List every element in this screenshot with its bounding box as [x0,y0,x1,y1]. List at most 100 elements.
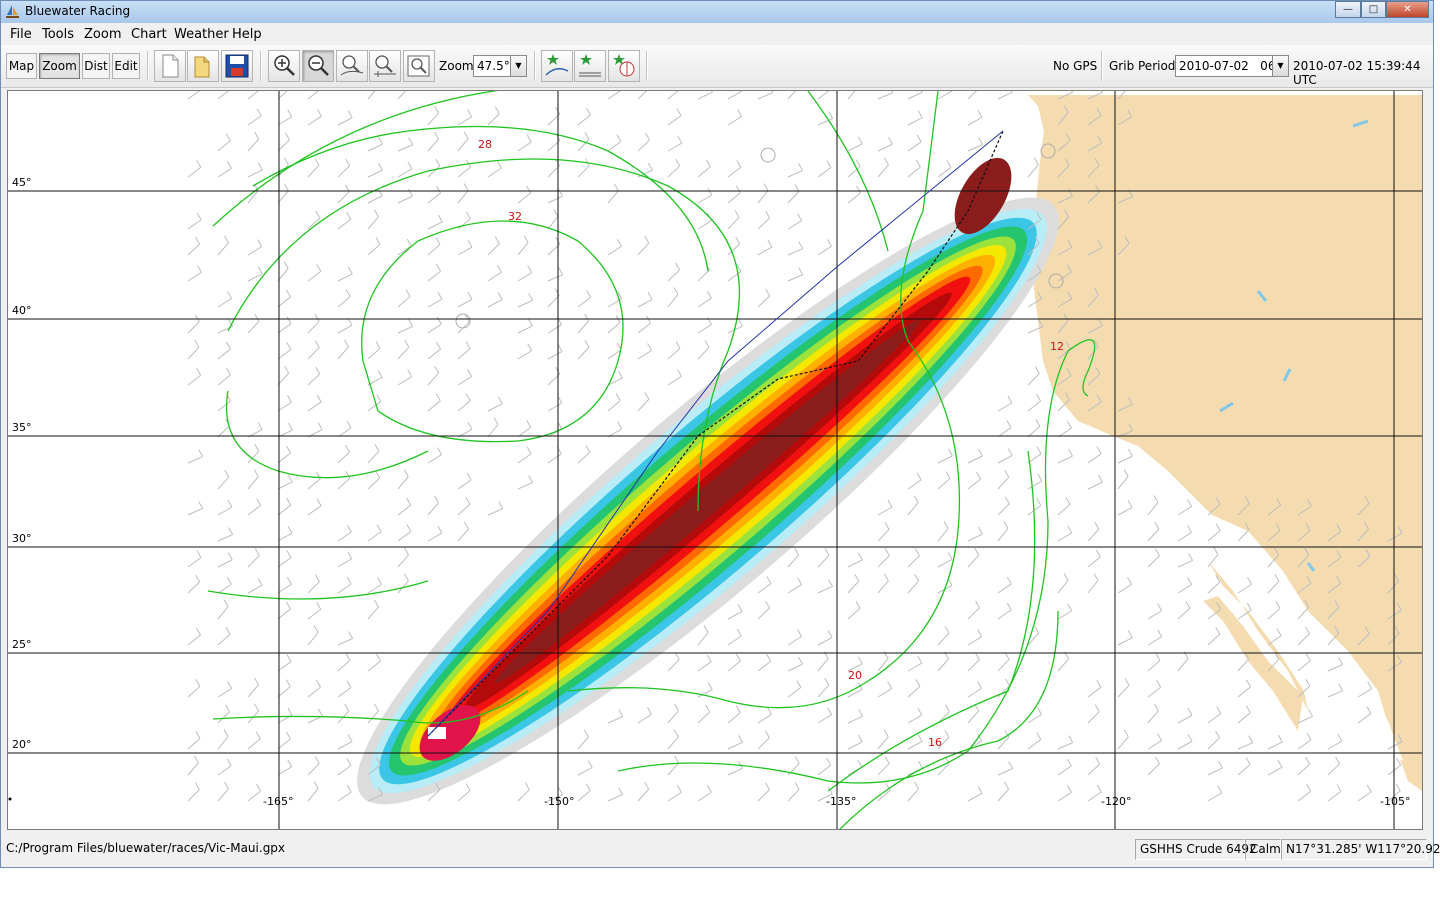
title-bar[interactable]: Bluewater Racing — □ ✕ [1,1,1433,23]
zoom-route-button[interactable] [336,50,368,82]
wind-barb [877,529,890,542]
wind-barb-feather [887,681,893,689]
wind-barb-feather [195,574,201,583]
wind-barb [727,192,741,204]
wind-barb-feather [376,394,382,402]
wind-barb-feather [1067,603,1073,612]
zoom-in-icon [274,55,295,76]
close-button[interactable]: ✕ [1386,1,1429,18]
wind-barb-feather [195,679,201,687]
wind-barb [1207,581,1221,594]
wind-barb [997,659,1010,672]
wind-barb-feather [497,292,503,300]
wind-barb-feather [704,340,710,348]
maximize-button[interactable]: □ [1361,1,1386,18]
wind-barb [547,195,563,204]
contour-label: 12 [1050,340,1064,353]
dropdown-arrow-icon[interactable]: ▼ [1272,56,1288,76]
wind-barb [697,194,713,204]
compass-route-button[interactable] [608,50,640,82]
menu-chart[interactable]: Chart [131,27,167,42]
wind-barb-feather [673,729,679,738]
longitude-label: -120° [1101,795,1131,808]
wind-barb-feather [891,91,894,93]
wind-barb [1267,741,1283,750]
wind-barb [337,741,353,750]
latitude-label: 20° [12,738,32,751]
wind-barb [907,555,920,568]
wind-barb [1057,610,1073,620]
wind-barb [187,738,201,750]
wind-barb-feather [617,370,623,379]
wind-barb-feather [226,367,231,376]
wind-barb [1087,481,1103,490]
isochrone-route-button[interactable] [541,50,573,82]
wind-barb [217,711,230,724]
grib-period-select[interactable]: 2010-07-02 06 Z ▼ [1175,55,1289,77]
mode-dist-button[interactable]: Dist [82,53,110,79]
wind-barb [307,401,322,412]
wind-barb-feather [1006,420,1012,428]
wind-barb [847,580,860,594]
wind-barb-feather [1066,420,1072,429]
wind-barb [607,141,622,152]
wind-barb-feather [377,370,383,378]
wind-barb-feather [1067,525,1073,534]
zoom-in-button[interactable] [268,50,300,82]
wind-barb-feather [737,604,743,612]
wind-barb-feather [736,628,742,637]
minimize-button[interactable]: — [1335,1,1361,18]
wind-barb-feather [1157,733,1163,741]
wind-barb-feather [528,293,534,301]
wind-barb-feather [286,601,291,610]
wind-barb [667,142,683,152]
wind-barb-feather [378,162,383,171]
new-file-button[interactable] [154,50,186,82]
menu-file[interactable]: File [10,27,32,42]
wind-barb [1297,739,1312,750]
wind-barb-feather [435,393,441,402]
zoom-out-button[interactable] [302,50,334,82]
wind-barb-feather [286,289,291,298]
wind-barb [907,580,919,594]
wind-barb-feather [347,734,353,742]
wind-barb [1327,791,1342,802]
wind-barb [247,321,260,334]
zoom-level-select[interactable]: 47.5° ▼ [473,55,527,77]
wind-barb-feather [527,318,533,327]
wind-barb-feather [705,704,711,713]
wind-barb-feather [584,131,590,140]
menu-tools[interactable]: Tools [42,27,74,42]
zoom-reset-button[interactable] [403,50,435,82]
wind-barb [787,789,800,802]
wind-barb-feather [558,787,564,795]
wind-barb-feather [347,110,353,118]
mode-map-button[interactable]: Map [6,53,37,79]
optimal-route-button[interactable] [574,50,606,82]
menu-zoom[interactable]: Zoom [84,27,121,42]
save-file-button[interactable] [221,50,253,82]
wind-barb [307,608,322,620]
menu-help[interactable]: Help [232,27,262,42]
wind-barb-feather [345,289,351,297]
weather-routing-chart[interactable]: 45° 40° 35° 30° 25° 20° -165° -150° -135° -120° -1… [8,91,1422,829]
wind-barb-feather [1034,366,1040,374]
mode-zoom-button[interactable]: Zoom [39,53,80,79]
mode-edit-button[interactable]: Edit [112,53,140,79]
wind-barb [1147,740,1162,750]
wind-barb-feather [227,499,233,508]
wind-barb-feather [1217,760,1223,769]
wind-barb-feather [554,288,560,296]
wind-barb [667,115,682,126]
zoom-extents-button[interactable] [369,50,401,82]
chart-area[interactable]: 45° 40° 35° 30° 25° 20° -165° -150° -135° -120° -1… [7,90,1423,830]
wind-barb [337,765,352,776]
wind-barb [397,504,412,516]
open-file-button[interactable] [187,50,219,82]
menu-weather[interactable]: Weather [174,27,229,42]
wind-barb [667,736,679,750]
wind-barb-feather [1094,522,1100,530]
wind-barb [907,714,923,724]
wind-barb-feather [1157,603,1163,611]
dropdown-arrow-icon[interactable]: ▼ [510,56,526,76]
